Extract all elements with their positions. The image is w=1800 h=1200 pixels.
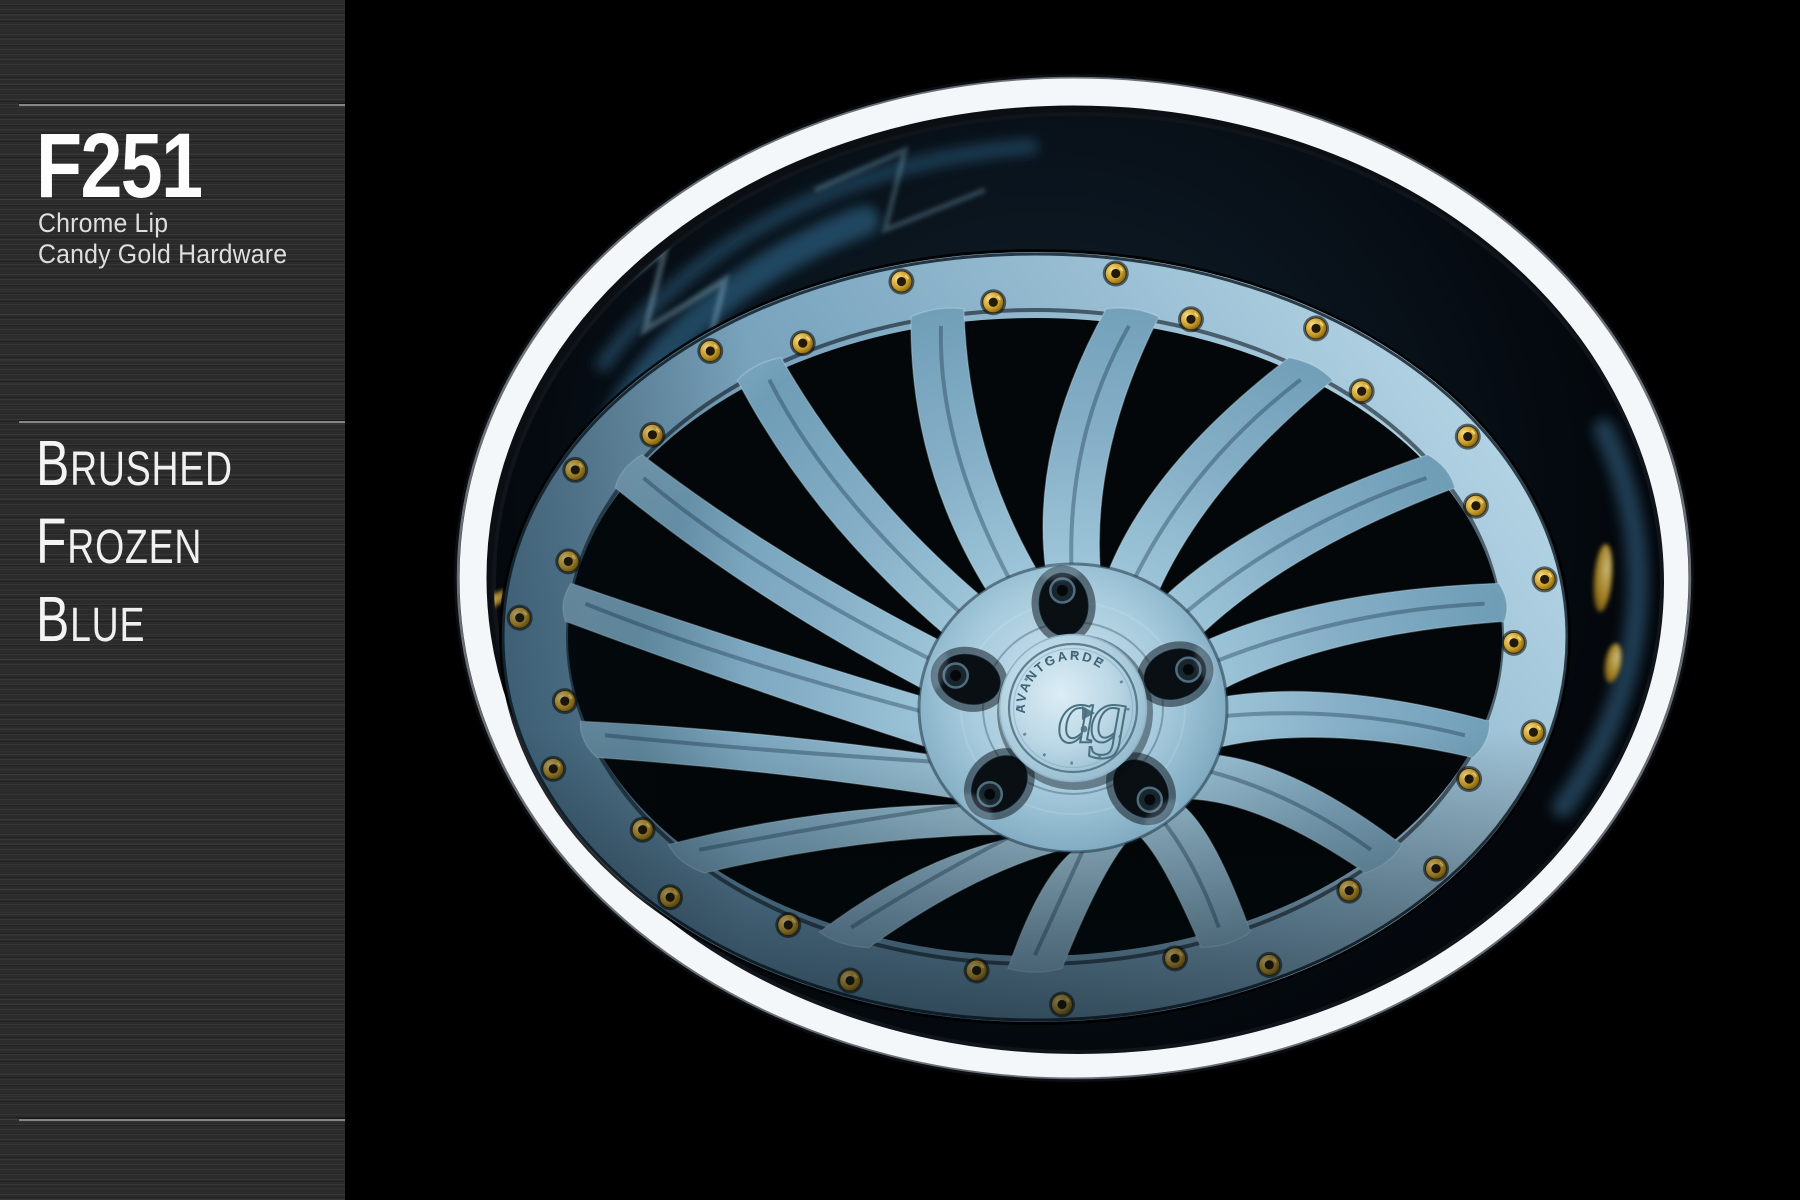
- model-name: F251: [36, 120, 201, 212]
- sidebar: F251 Chrome Lip Candy Gold Hardware BRUS…: [0, 0, 345, 1200]
- divider-bottom: [19, 1118, 345, 1122]
- wheel-photo-area: AVANTGARDE ag: [345, 0, 1800, 1200]
- finish-name-line: BRUSHED: [36, 424, 233, 502]
- finish-name-line: FROZEN: [36, 502, 233, 580]
- finish-name-line: BLUE: [36, 580, 233, 658]
- ag-logo-text: ag: [1057, 672, 1126, 759]
- divider-top: [19, 103, 345, 107]
- model-finish-details: Chrome Lip Candy Gold Hardware: [38, 208, 287, 270]
- ag-logo-dot-icon: [1081, 726, 1088, 733]
- finish-name-block: BRUSHED FROZEN BLUE: [36, 424, 233, 658]
- wheel-render-root: [454, 74, 1694, 1082]
- wheel-photo: AVANTGARDE ag: [345, 0, 1800, 1200]
- finish-detail-line: Candy Gold Hardware: [38, 239, 287, 270]
- finish-detail-line: Chrome Lip: [38, 208, 287, 239]
